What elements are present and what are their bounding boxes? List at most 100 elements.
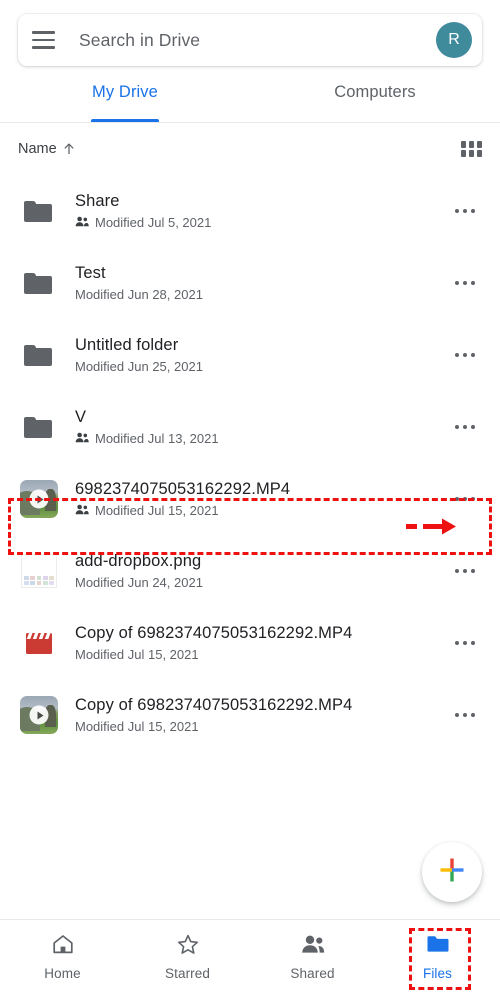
nav-item-starred[interactable]: Starred xyxy=(125,920,250,994)
table-row[interactable]: V Modified Jul 13, 2021 xyxy=(0,391,500,463)
file-name: Test xyxy=(75,264,106,282)
search-bar[interactable]: Search in Drive R xyxy=(18,14,482,66)
folder-icon xyxy=(24,200,54,223)
file-modified: Modified Jul 13, 2021 xyxy=(95,431,219,446)
sort-row: Name xyxy=(0,123,500,175)
file-modified: Modified Jul 15, 2021 xyxy=(95,503,219,518)
bottom-navigation-bar: Home Starred Shared Files xyxy=(0,919,500,994)
file-meta: Test Modified Jun 28, 2021 xyxy=(75,264,448,302)
file-icon-cell xyxy=(18,200,60,223)
file-subtitle: Modified Jul 15, 2021 xyxy=(75,503,448,518)
grid-view-icon[interactable] xyxy=(461,141,482,157)
more-options-icon[interactable] xyxy=(448,194,482,228)
more-options-icon[interactable] xyxy=(448,626,482,660)
file-icon-cell xyxy=(18,480,60,518)
file-name: Share xyxy=(75,192,120,210)
file-modified: Modified Jun 28, 2021 xyxy=(75,287,203,302)
file-name: Copy of 6982374075053162292.MP4 xyxy=(75,624,353,642)
file-modified: Modified Jun 25, 2021 xyxy=(75,359,203,374)
file-icon-cell xyxy=(18,554,60,588)
hamburger-icon[interactable] xyxy=(32,25,62,55)
table-row[interactable]: Copy of 6982374075053162292.MP4 Modified… xyxy=(0,679,500,751)
file-subtitle: Modified Jul 13, 2021 xyxy=(75,431,448,446)
file-modified: Modified Jul 5, 2021 xyxy=(95,215,212,230)
video-file-row[interactable]: 6982374075053162292.MP4 Modified Jul 15,… xyxy=(0,463,500,535)
table-row[interactable]: Test Modified Jun 28, 2021 xyxy=(0,247,500,319)
file-subtitle: Modified Jun 25, 2021 xyxy=(75,359,448,374)
tab-computers[interactable]: Computers xyxy=(250,80,500,122)
clapperboard-icon xyxy=(24,630,54,657)
nav-item-home-label: Home xyxy=(44,966,81,981)
nav-item-shared[interactable]: Shared xyxy=(250,920,375,994)
more-options-icon[interactable] xyxy=(448,698,482,732)
file-meta: Share Modified Jul 5, 2021 xyxy=(75,192,448,230)
file-meta: add-dropbox.png Modified Jun 24, 2021 xyxy=(75,552,448,590)
nav-item-home[interactable]: Home xyxy=(0,920,125,994)
folder-icon xyxy=(24,272,54,295)
file-modified: Modified Jul 15, 2021 xyxy=(75,647,199,662)
file-name: 6982374075053162292.MP4 xyxy=(75,480,291,498)
file-modified: Modified Jun 24, 2021 xyxy=(75,575,203,590)
file-icon-cell xyxy=(18,416,60,439)
folder-icon xyxy=(24,416,54,439)
home-icon xyxy=(51,933,75,960)
table-row[interactable]: Untitled folder Modified Jun 25, 2021 xyxy=(0,319,500,391)
file-meta: Copy of 6982374075053162292.MP4 Modified… xyxy=(75,696,448,734)
file-meta: Copy of 6982374075053162292.MP4 Modified… xyxy=(75,624,448,662)
file-meta: V Modified Jul 13, 2021 xyxy=(75,408,448,446)
file-meta: 6982374075053162292.MP4 Modified Jul 15,… xyxy=(75,480,448,518)
tab-bar: My Drive Computers xyxy=(0,80,500,123)
file-icon-cell xyxy=(18,272,60,295)
search-bar-container: Search in Drive R xyxy=(0,0,500,66)
play-icon xyxy=(29,489,49,509)
search-input[interactable]: Search in Drive xyxy=(79,30,436,51)
more-options-icon[interactable] xyxy=(448,482,482,516)
file-modified: Modified Jul 15, 2021 xyxy=(75,719,199,734)
file-icon-cell xyxy=(18,696,60,734)
table-row[interactable]: Share Modified Jul 5, 2021 xyxy=(0,175,500,247)
table-row[interactable]: Copy of 6982374075053162292.MP4 Modified… xyxy=(0,607,500,679)
file-icon-cell xyxy=(18,630,60,657)
drive-app-screen: Search in Drive R My Drive Computers Nam… xyxy=(0,0,500,994)
people-icon xyxy=(300,933,326,960)
file-name: V xyxy=(75,408,87,426)
more-options-icon[interactable] xyxy=(448,554,482,588)
sort-label: Name xyxy=(18,141,57,157)
avatar[interactable]: R xyxy=(436,22,472,58)
file-subtitle: Modified Jul 5, 2021 xyxy=(75,215,448,230)
star-icon xyxy=(176,933,200,960)
file-list: Share Modified Jul 5, 2021 Test Modified… xyxy=(0,175,500,919)
file-name: Copy of 6982374075053162292.MP4 xyxy=(75,696,353,714)
file-subtitle: Modified Jul 15, 2021 xyxy=(75,719,448,734)
folder-icon xyxy=(24,344,54,367)
nav-item-shared-label: Shared xyxy=(290,966,335,981)
more-options-icon[interactable] xyxy=(448,410,482,444)
video-thumbnail xyxy=(20,480,58,518)
image-thumbnail xyxy=(21,554,57,588)
video-thumbnail xyxy=(20,696,58,734)
file-meta: Untitled folder Modified Jun 25, 2021 xyxy=(75,336,448,374)
nav-item-files-label: Files xyxy=(422,966,452,981)
more-options-icon[interactable] xyxy=(448,266,482,300)
create-new-button[interactable] xyxy=(422,842,482,902)
sort-by-name-button[interactable]: Name xyxy=(18,141,76,157)
shared-people-icon xyxy=(75,215,89,230)
shared-people-icon xyxy=(75,431,89,446)
arrow-up-icon xyxy=(62,142,76,156)
file-name: add-dropbox.png xyxy=(75,552,202,570)
file-icon-cell xyxy=(18,344,60,367)
tab-my-drive[interactable]: My Drive xyxy=(0,80,250,122)
tab-my-drive-label: My Drive xyxy=(92,83,158,101)
file-subtitle: Modified Jul 15, 2021 xyxy=(75,647,448,662)
table-row[interactable]: add-dropbox.png Modified Jun 24, 2021 xyxy=(0,535,500,607)
files-nav-item[interactable]: Files xyxy=(375,920,500,994)
tab-computers-label: Computers xyxy=(334,83,416,101)
file-subtitle: Modified Jun 28, 2021 xyxy=(75,287,448,302)
file-subtitle: Modified Jun 24, 2021 xyxy=(75,575,448,590)
more-options-icon[interactable] xyxy=(448,338,482,372)
folder-icon xyxy=(425,933,451,960)
shared-people-icon xyxy=(75,503,89,518)
nav-item-starred-label: Starred xyxy=(165,966,210,981)
google-plus-icon xyxy=(437,855,467,890)
play-icon xyxy=(29,705,49,725)
